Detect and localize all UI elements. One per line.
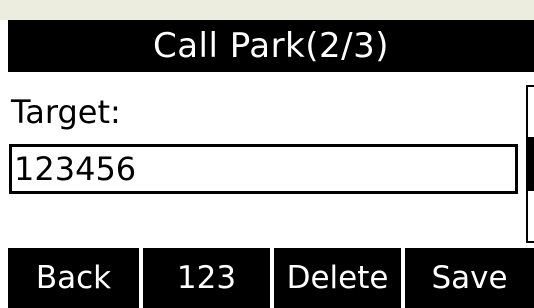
target-input[interactable]: 123456 — [9, 144, 518, 194]
phone-lcd-screen: Call Park(2/3) Target: 123456 Back 123 D… — [8, 20, 534, 308]
scroll-thumb[interactable] — [528, 137, 534, 191]
input-mode-softkey[interactable]: 123 — [142, 248, 270, 308]
target-label: Target: — [11, 93, 121, 131]
save-softkey[interactable]: Save — [405, 248, 534, 308]
back-softkey[interactable]: Back — [8, 248, 139, 308]
top-bezel — [0, 0, 534, 20]
screen-title-bar: Call Park(2/3) — [8, 20, 534, 72]
page-scrollbar[interactable] — [526, 85, 534, 243]
softkey-bar: Back 123 Delete Save — [8, 248, 534, 308]
delete-softkey[interactable]: Delete — [274, 248, 402, 308]
screen-title: Call Park(2/3) — [152, 26, 389, 66]
